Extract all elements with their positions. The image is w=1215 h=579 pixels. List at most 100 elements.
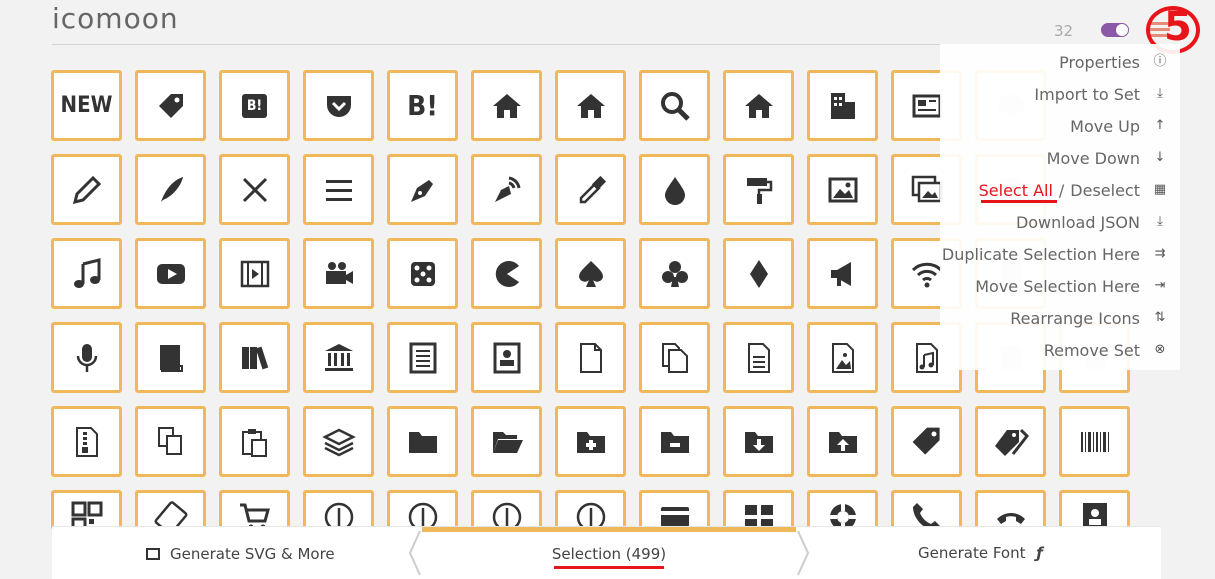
roller-icon[interactable] xyxy=(723,154,794,225)
office-icon[interactable] xyxy=(807,70,878,141)
mic-icon[interactable] xyxy=(51,322,122,393)
home-icon[interactable] xyxy=(471,70,542,141)
film-glyph-icon xyxy=(240,260,269,287)
home-icon[interactable] xyxy=(555,70,626,141)
tag-icon[interactable] xyxy=(135,70,206,141)
cart-icon[interactable] xyxy=(219,490,290,530)
menu-item-label: Properties xyxy=(1059,52,1140,72)
filetext-icon[interactable] xyxy=(723,322,794,393)
phone-icon[interactable] xyxy=(891,490,962,531)
menu-item-download-json[interactable]: Download JSON ⤓ xyxy=(1016,206,1168,238)
folder-icon[interactable] xyxy=(387,406,458,477)
menu-item-rearrange-icons[interactable]: Rearrange Icons ⇅ xyxy=(1010,302,1168,334)
addressbook-icon[interactable] xyxy=(1059,490,1130,531)
pricetags-icon[interactable] xyxy=(975,406,1046,477)
folderup-icon[interactable] xyxy=(807,406,878,477)
library-glyph-icon xyxy=(324,343,353,371)
icon-cell-text[interactable]: B! xyxy=(219,70,290,141)
x-glyph-icon xyxy=(242,177,267,202)
files-icon[interactable] xyxy=(639,322,710,393)
coin-icon[interactable] xyxy=(555,490,626,532)
folderplus-glyph-icon xyxy=(576,431,605,453)
copy-icon[interactable] xyxy=(135,406,206,477)
diamond-glyph-icon xyxy=(749,259,768,288)
app-logo: icomoon xyxy=(52,2,179,35)
filepic-icon[interactable] xyxy=(807,322,878,393)
icon-cell-text[interactable]: NEW xyxy=(51,70,122,141)
diamond-icon[interactable] xyxy=(723,238,794,309)
calc-icon[interactable] xyxy=(723,490,794,530)
menu-item-properties[interactable]: Properties ⓘ xyxy=(1059,46,1168,78)
menu-item-label: Move Down xyxy=(1046,148,1140,168)
deselect-link[interactable]: Deselect xyxy=(1070,181,1140,200)
select-all-link[interactable]: Select All xyxy=(979,181,1053,200)
zip-icon[interactable] xyxy=(51,406,122,477)
ticket-icon[interactable] xyxy=(135,490,206,535)
font-icon: ƒ xyxy=(1036,544,1043,562)
filetext-glyph-icon xyxy=(747,342,770,373)
generate-font-button[interactable]: Generate Font ƒ xyxy=(918,544,1043,562)
pocket-icon[interactable] xyxy=(303,70,374,141)
search-icon[interactable] xyxy=(639,70,710,141)
pac-icon[interactable] xyxy=(471,238,542,309)
folderplus-icon[interactable] xyxy=(555,406,626,477)
pen-icon[interactable] xyxy=(387,154,458,225)
folderopen-glyph-icon xyxy=(492,431,523,453)
blog-glyph-icon xyxy=(494,176,520,202)
folderminus-icon[interactable] xyxy=(639,406,710,477)
coin-icon[interactable] xyxy=(471,490,542,532)
pen-glyph-icon xyxy=(410,179,433,202)
contact-icon[interactable] xyxy=(471,322,542,393)
play-icon[interactable] xyxy=(135,238,206,309)
coin-icon[interactable] xyxy=(303,490,374,532)
library-icon[interactable] xyxy=(303,322,374,393)
spade-icon[interactable] xyxy=(555,238,626,309)
file-icon[interactable] xyxy=(555,322,626,393)
stack-icon[interactable] xyxy=(303,406,374,477)
menu-item-import-to-set[interactable]: Import to Set ⤓ xyxy=(1034,78,1168,110)
menu-item-duplicate-selection[interactable]: Duplicate Selection Here ⇉ xyxy=(942,238,1168,270)
paste-icon[interactable] xyxy=(219,406,290,477)
profile-icon[interactable] xyxy=(387,322,458,393)
menu-item-move-selection[interactable]: Move Selection Here ⇥ xyxy=(975,270,1168,302)
blog-icon[interactable] xyxy=(471,154,542,225)
bull-glyph-icon xyxy=(830,261,851,286)
dropper-icon[interactable] xyxy=(555,154,626,225)
lifebuoy-icon[interactable] xyxy=(807,490,878,531)
drop-icon[interactable] xyxy=(639,154,710,225)
menu-item-label: Move Up xyxy=(1070,116,1140,136)
film-icon[interactable] xyxy=(219,238,290,309)
image-icon[interactable] xyxy=(807,154,878,225)
pricetag-icon[interactable] xyxy=(891,406,962,477)
x-icon[interactable] xyxy=(219,154,290,225)
qr-icon[interactable] xyxy=(51,490,122,533)
phonehang-icon[interactable] xyxy=(975,490,1046,530)
roller-glyph-icon xyxy=(746,177,772,204)
club-icon[interactable] xyxy=(639,238,710,309)
books-icon[interactable] xyxy=(219,322,290,393)
icon-cell-text[interactable]: B! xyxy=(387,70,458,141)
set-toggle[interactable] xyxy=(1101,23,1129,37)
menu-item-move-down[interactable]: Move Down ↓ xyxy=(1047,142,1168,174)
folderdown-icon[interactable] xyxy=(723,406,794,477)
menu-item-move-up[interactable]: Move Up ↑ xyxy=(1070,110,1168,142)
selection-tab[interactable]: Selection (499) xyxy=(422,527,796,579)
dice-icon[interactable] xyxy=(387,238,458,309)
camera-icon[interactable] xyxy=(303,238,374,309)
barcode-icon[interactable] xyxy=(1059,406,1130,477)
home-icon[interactable] xyxy=(723,70,794,141)
generate-svg-button[interactable]: Generate SVG & More xyxy=(146,545,335,563)
move-selection-icon: ⇥ xyxy=(1154,278,1166,293)
filepic-glyph-icon xyxy=(831,342,854,373)
book-icon[interactable] xyxy=(135,322,206,393)
folderopen-icon[interactable] xyxy=(471,406,542,477)
quill-icon[interactable] xyxy=(135,154,206,225)
music-icon[interactable] xyxy=(51,238,122,309)
credit-icon[interactable] xyxy=(639,490,710,530)
pencil-icon[interactable] xyxy=(51,154,122,225)
menu-icon[interactable] xyxy=(303,154,374,225)
tag-glyph-icon xyxy=(158,93,183,118)
coin-icon[interactable] xyxy=(387,490,458,532)
bull-icon[interactable] xyxy=(807,238,878,309)
menu-item-remove-set[interactable]: Remove Set ⊗ xyxy=(1044,334,1168,366)
